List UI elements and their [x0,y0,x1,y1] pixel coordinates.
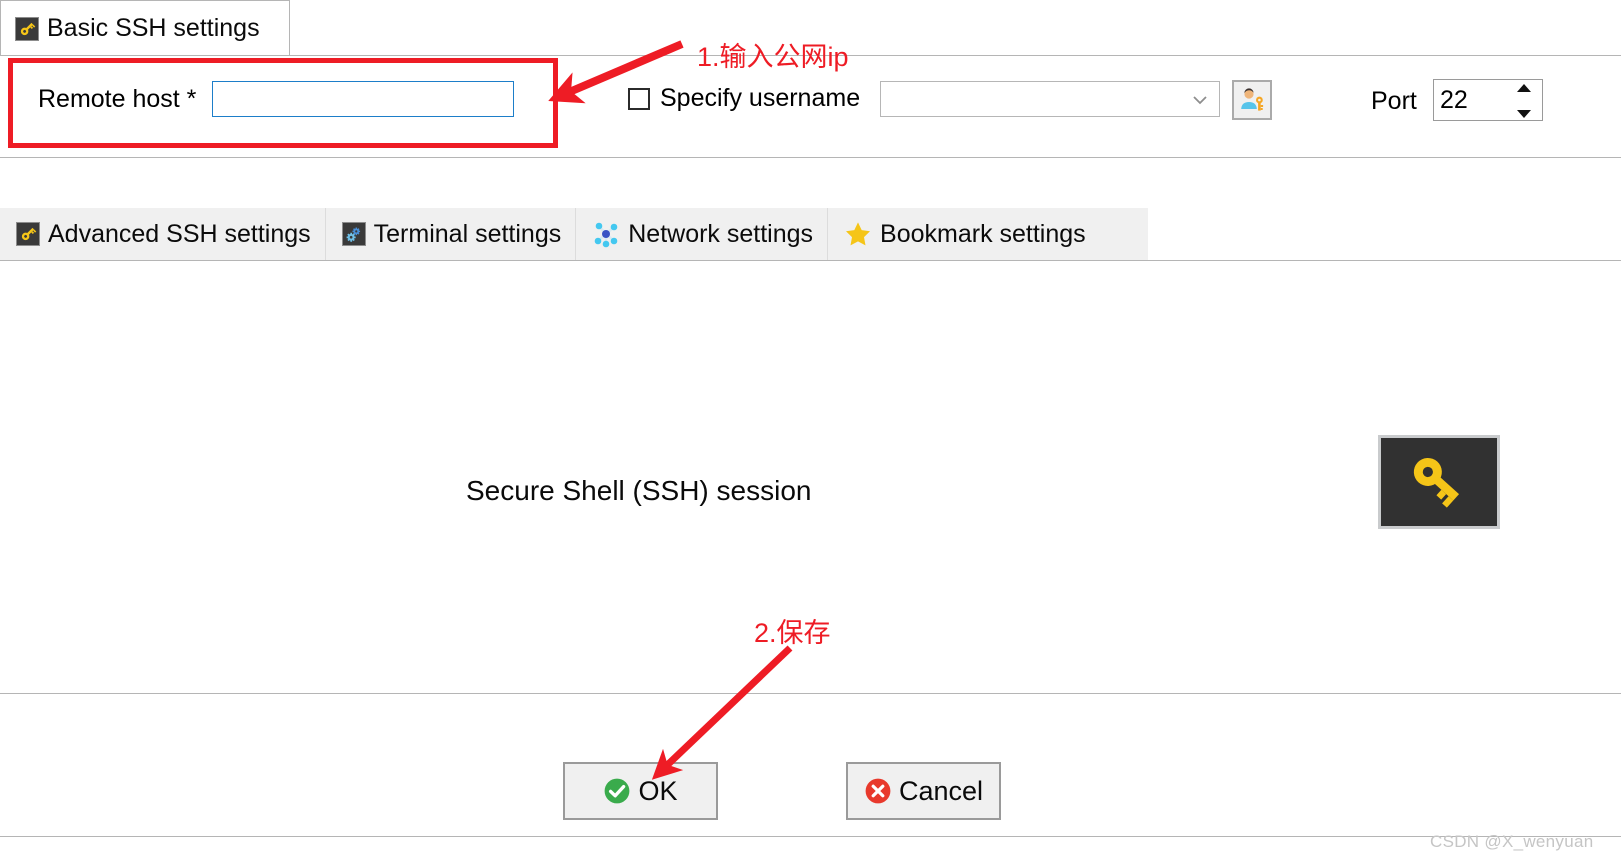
tab-label: Network settings [628,219,814,248]
gears-icon [341,222,366,246]
basic-ssh-settings-label: Basic SSH settings [47,14,260,42]
footer-divider [0,693,1621,694]
remote-host-label: Remote host * [38,85,197,113]
remote-host-input[interactable] [212,81,514,117]
chevron-down-icon[interactable] [1191,91,1209,109]
cancel-button-label: Cancel [898,775,984,806]
username-combobox[interactable] [880,81,1220,117]
tab-terminal-settings[interactable]: Terminal settings [326,208,577,260]
session-type-title: Secure Shell (SSH) session [466,475,812,506]
settings-tab-bar: Advanced SSH settings Terminal settings … [0,208,1148,260]
check-circle-icon [603,777,631,805]
annotation-step-1: 1.输入公网ip [697,42,849,72]
x-circle-icon [864,777,892,805]
tab-label: Terminal settings [373,219,562,248]
username-input[interactable] [881,82,1181,116]
key-icon [16,222,40,246]
user-key-button[interactable] [1232,80,1272,120]
annotation-step-2: 2.保存 [754,618,831,648]
cancel-button[interactable]: Cancel [846,762,1001,820]
key-icon [1378,435,1500,529]
ok-button[interactable]: OK [563,762,718,820]
key-icon [15,16,39,41]
tab-bookmark-settings[interactable]: Bookmark settings [828,208,1100,260]
ok-button-label: OK [638,775,678,806]
tab-label: Bookmark settings [880,219,1086,248]
tab-advanced-ssh-settings[interactable]: Advanced SSH settings [0,208,326,260]
tab-bar-underline [0,260,1621,261]
port-spinner-arrows[interactable] [1517,84,1533,118]
spinner-up-icon[interactable] [1517,84,1531,92]
bottom-divider [0,836,1621,837]
specify-username-label: Specify username [660,84,861,112]
watermark: CSDN @X_wenyuan [1430,832,1594,851]
port-spinner[interactable] [1433,79,1543,121]
network-nodes-icon [592,220,620,248]
specify-username-checkbox[interactable] [628,87,650,110]
star-icon [844,220,872,248]
port-input[interactable] [1434,80,1512,120]
tab-label: Advanced SSH settings [48,219,311,248]
specify-username-row[interactable]: Specify username [628,84,860,113]
spinner-down-icon[interactable] [1517,110,1531,118]
tab-network-settings[interactable]: Network settings [576,208,829,260]
basic-ssh-settings-group-tab[interactable]: Basic SSH settings [0,0,290,56]
port-label: Port [1371,87,1417,115]
